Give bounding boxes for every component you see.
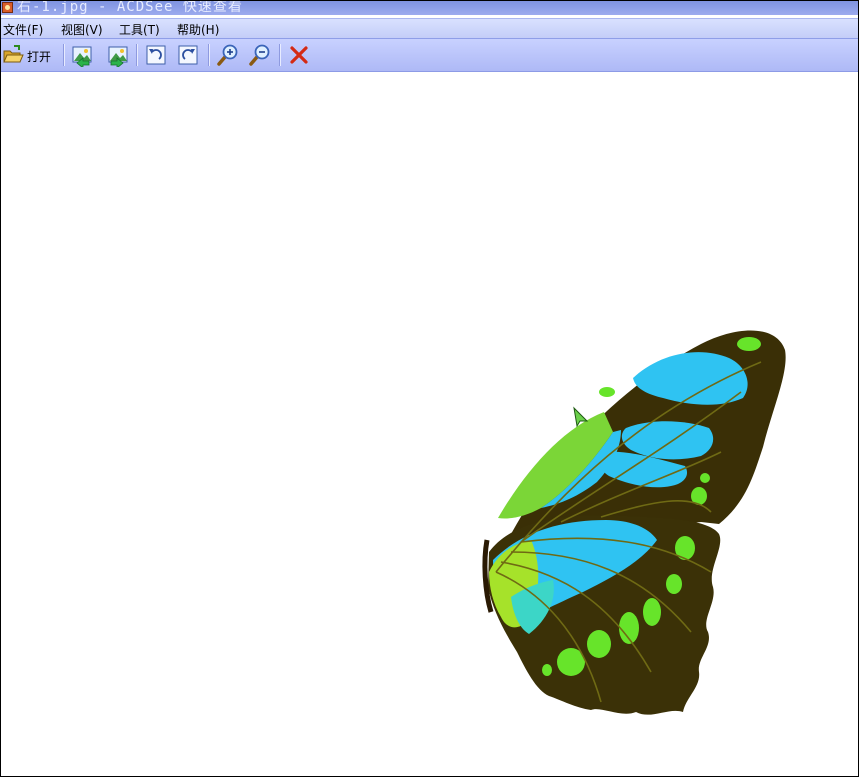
next-image-button[interactable] bbox=[105, 43, 129, 67]
toolbar-separator bbox=[279, 44, 281, 66]
folder-open-icon bbox=[3, 45, 24, 63]
menu-bar: 文件(F) 视图(V) 工具(T) 帮助(H) bbox=[1, 18, 858, 38]
image-viewer[interactable] bbox=[1, 72, 858, 776]
menu-tools[interactable]: 工具(T) bbox=[119, 21, 160, 38]
menu-file[interactable]: 文件(F) bbox=[3, 21, 43, 38]
acdsee-quick-view-window: 右-1.jpg - ACDSee 快速查看 文件(F) 视图(V) 工具(T) … bbox=[0, 0, 859, 777]
zoom-out-icon bbox=[249, 44, 270, 66]
title-bar[interactable]: 右-1.jpg - ACDSee 快速查看 bbox=[1, 1, 858, 15]
menu-view[interactable]: 视图(V) bbox=[61, 21, 103, 38]
rotate-left-icon bbox=[146, 45, 166, 65]
toolbar-separator bbox=[63, 44, 65, 66]
toolbar-separator bbox=[208, 44, 210, 66]
rotate-left-button[interactable] bbox=[144, 43, 168, 67]
close-icon bbox=[290, 46, 308, 64]
toolbar-separator bbox=[136, 44, 138, 66]
butterfly-wing-image bbox=[482, 330, 786, 715]
toolbar: 打开 bbox=[1, 38, 858, 73]
window-title: 右-1.jpg - ACDSee 快速查看 bbox=[17, 0, 243, 15]
previous-image-icon bbox=[72, 46, 92, 67]
menu-help[interactable]: 帮助(H) bbox=[177, 21, 219, 38]
zoom-in-icon bbox=[217, 44, 238, 66]
close-image-button[interactable] bbox=[287, 43, 311, 67]
previous-image-button[interactable] bbox=[71, 43, 95, 67]
zoom-in-button[interactable] bbox=[216, 43, 240, 67]
zoom-out-button[interactable] bbox=[248, 43, 272, 67]
open-button[interactable]: 打开 bbox=[1, 43, 55, 67]
rotate-right-button[interactable] bbox=[176, 43, 200, 67]
app-icon[interactable] bbox=[2, 2, 13, 13]
rotate-right-icon bbox=[178, 45, 198, 65]
open-button-label: 打开 bbox=[27, 50, 52, 64]
next-image-icon bbox=[108, 46, 128, 67]
